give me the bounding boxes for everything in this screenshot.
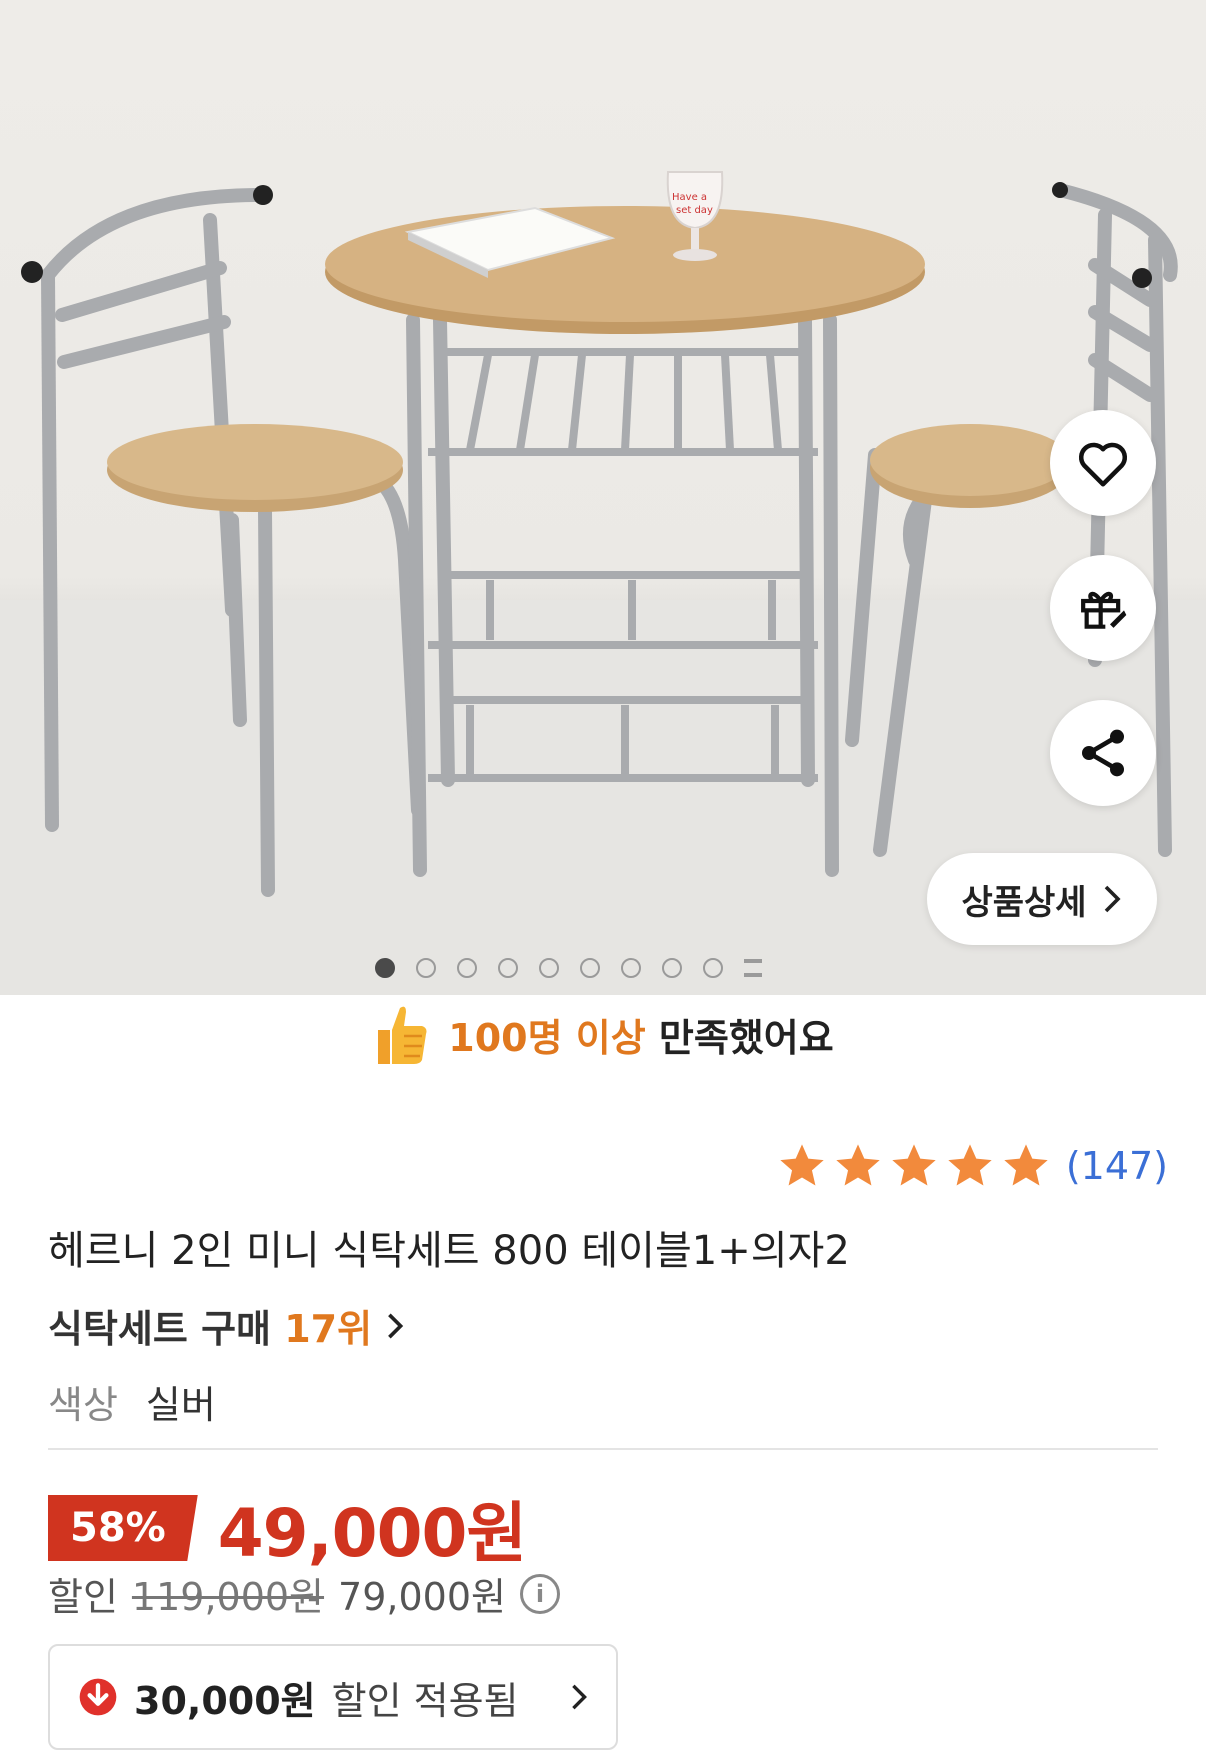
carousel-dot[interactable] xyxy=(621,958,641,978)
down-arrow-icon xyxy=(79,1678,117,1716)
satisfaction-highlight: 100명 이상 xyxy=(448,1015,646,1060)
rank-value: 17위 xyxy=(284,1307,373,1351)
divider xyxy=(48,1448,1158,1450)
price-row: 58% 49,000원 xyxy=(48,1480,527,1576)
carousel-dot[interactable] xyxy=(662,958,682,978)
gift-button[interactable] xyxy=(1050,555,1156,661)
gift-icon xyxy=(1081,591,1127,629)
carousel-dot[interactable] xyxy=(703,958,723,978)
star-icon xyxy=(1004,1144,1048,1186)
satisfaction-text: 만족했어요 xyxy=(658,1015,834,1060)
satisfaction-banner: 100명 이상 만족했어요 xyxy=(0,1000,1206,1068)
discounted-price: 79,000원 xyxy=(338,1575,506,1619)
star-icon xyxy=(780,1144,824,1186)
svg-text:Have a: Have a xyxy=(672,192,707,203)
heart-icon xyxy=(1078,442,1128,487)
coupon-text: 할인 적용됨 xyxy=(331,1678,519,1723)
star-icon xyxy=(836,1144,880,1186)
carousel-dots[interactable] xyxy=(375,958,762,978)
discount-label: 할인 xyxy=(48,1575,118,1619)
wishlist-button[interactable] xyxy=(1050,410,1156,516)
product-title: 헤르니 2인 미니 식탁세트 800 테이블1+의자2 xyxy=(48,1228,850,1274)
product-image[interactable]: Have a set day 상품상세 xyxy=(0,0,1206,995)
svg-text:set day: set day xyxy=(676,205,713,216)
info-icon[interactable]: i xyxy=(519,1573,560,1614)
carousel-dot[interactable] xyxy=(375,958,395,978)
carousel-more-icon[interactable] xyxy=(744,959,762,977)
option-label: 색상 xyxy=(48,1383,118,1427)
star-icon xyxy=(892,1144,936,1186)
carousel-dot[interactable] xyxy=(457,958,477,978)
share-icon xyxy=(1082,729,1124,777)
original-price: 119,000원 xyxy=(131,1575,325,1619)
carousel-dot[interactable] xyxy=(539,958,559,978)
chevron-right-icon xyxy=(388,1313,404,1338)
discount-breakdown: 할인 119,000원 79,000원 i xyxy=(48,1566,560,1621)
thumbs-up-icon xyxy=(378,1006,427,1064)
review-count-link[interactable]: (147) xyxy=(1066,1144,1168,1188)
share-button[interactable] xyxy=(1050,700,1156,806)
category-rank-link[interactable]: 식탁세트 구매 17위 xyxy=(48,1298,404,1353)
carousel-dot[interactable] xyxy=(498,958,518,978)
chevron-right-icon xyxy=(1104,885,1121,913)
sale-price: 49,000원 xyxy=(217,1495,527,1572)
rank-prefix: 식탁세트 구매 xyxy=(48,1307,271,1351)
option-value: 실버 xyxy=(145,1383,216,1427)
product-detail-button[interactable]: 상품상세 xyxy=(927,853,1157,945)
carousel-dot[interactable] xyxy=(416,958,436,978)
coupon-applied-button[interactable]: 30,000원 할인 적용됨 xyxy=(48,1644,618,1750)
coupon-amount: 30,000원 xyxy=(134,1678,316,1723)
discount-rate-badge: 58% xyxy=(48,1495,198,1561)
rating-summary[interactable]: (147) xyxy=(776,1140,1168,1192)
product-detail-label: 상품상세 xyxy=(961,882,1087,923)
color-option: 색상 실버 xyxy=(48,1374,216,1429)
star-icon xyxy=(948,1144,992,1186)
product-photo: Have a set day xyxy=(0,171,1206,995)
carousel-dot[interactable] xyxy=(580,958,600,978)
chevron-right-icon xyxy=(572,1684,587,1710)
